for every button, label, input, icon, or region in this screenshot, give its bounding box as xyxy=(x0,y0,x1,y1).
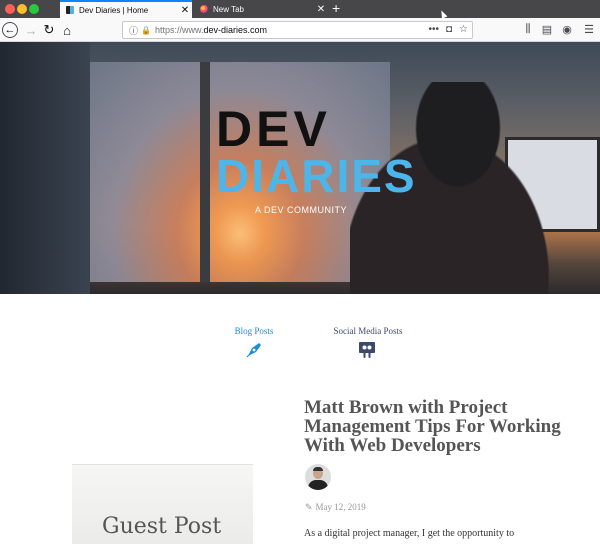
dev-diaries-favicon-icon xyxy=(66,6,74,14)
logo-text-diaries: DIARIES xyxy=(216,150,417,202)
forward-button[interactable]: → xyxy=(22,21,40,39)
reload-button[interactable]: ↻ xyxy=(40,21,58,39)
new-tab-button[interactable]: + xyxy=(332,1,340,15)
url-text: https://www.dev-diaries.com xyxy=(155,25,268,35)
account-icon[interactable]: ◉ xyxy=(560,23,574,36)
zoom-window-button[interactable] xyxy=(29,4,39,14)
bookmark-star-icon[interactable]: ☆ xyxy=(459,24,468,35)
logo-tagline: A DEV COMMUNITY xyxy=(255,205,348,215)
category-social-media-posts[interactable]: Social Media Posts xyxy=(330,326,406,336)
pen-icon: ✎ xyxy=(305,502,313,512)
close-tab-icon[interactable]: ✕ xyxy=(314,4,328,15)
post-excerpt: As a digital project manager, I get the … xyxy=(304,528,515,539)
thumbnail-text: Guest Post xyxy=(102,514,222,539)
home-button[interactable]: ⌂ xyxy=(58,21,76,39)
browser-tab-bar: Dev Diaries | Home ✕ New Tab ✕ + xyxy=(0,0,600,19)
tab-dev-diaries[interactable]: Dev Diaries | Home ✕ xyxy=(60,0,192,18)
minimize-window-button[interactable] xyxy=(17,4,27,14)
firefox-favicon-icon xyxy=(200,5,208,13)
tab-new-tab[interactable]: New Tab ✕ xyxy=(194,0,328,18)
info-icon[interactable]: ⓘ xyxy=(129,24,141,37)
pocket-icon[interactable]: ◘ xyxy=(446,24,452,35)
library-icon[interactable]: ⫼ xyxy=(521,23,535,36)
page-actions-icon[interactable]: ••• xyxy=(428,24,439,35)
sidebar-icon[interactable]: ▤ xyxy=(540,23,554,36)
post-title[interactable]: Matt Brown with Project Management Tips … xyxy=(304,398,574,455)
tab-title: New Tab xyxy=(213,4,244,14)
pen-nib-icon[interactable] xyxy=(245,341,263,359)
close-window-button[interactable] xyxy=(5,4,15,14)
logo-text-dev: DEV xyxy=(216,101,331,157)
slideshare-icon[interactable] xyxy=(358,341,376,359)
tab-title: Dev Diaries | Home xyxy=(79,5,149,15)
author-avatar[interactable] xyxy=(305,464,331,490)
category-blog-posts[interactable]: Blog Posts xyxy=(232,326,276,336)
lock-icon: 🔒 xyxy=(141,25,151,35)
back-button[interactable]: ← xyxy=(2,22,18,38)
browser-nav-bar: ← → ↻ ⌂ ⓘ 🔒 https://www.dev-diaries.com … xyxy=(0,18,600,42)
menu-icon[interactable]: ☰ xyxy=(582,23,596,36)
post-date: ✎ May 12, 2019 xyxy=(305,502,366,512)
close-tab-icon[interactable]: ✕ xyxy=(178,5,192,16)
address-bar[interactable]: ⓘ 🔒 https://www.dev-diaries.com ••• ◘ ☆ xyxy=(122,21,473,39)
